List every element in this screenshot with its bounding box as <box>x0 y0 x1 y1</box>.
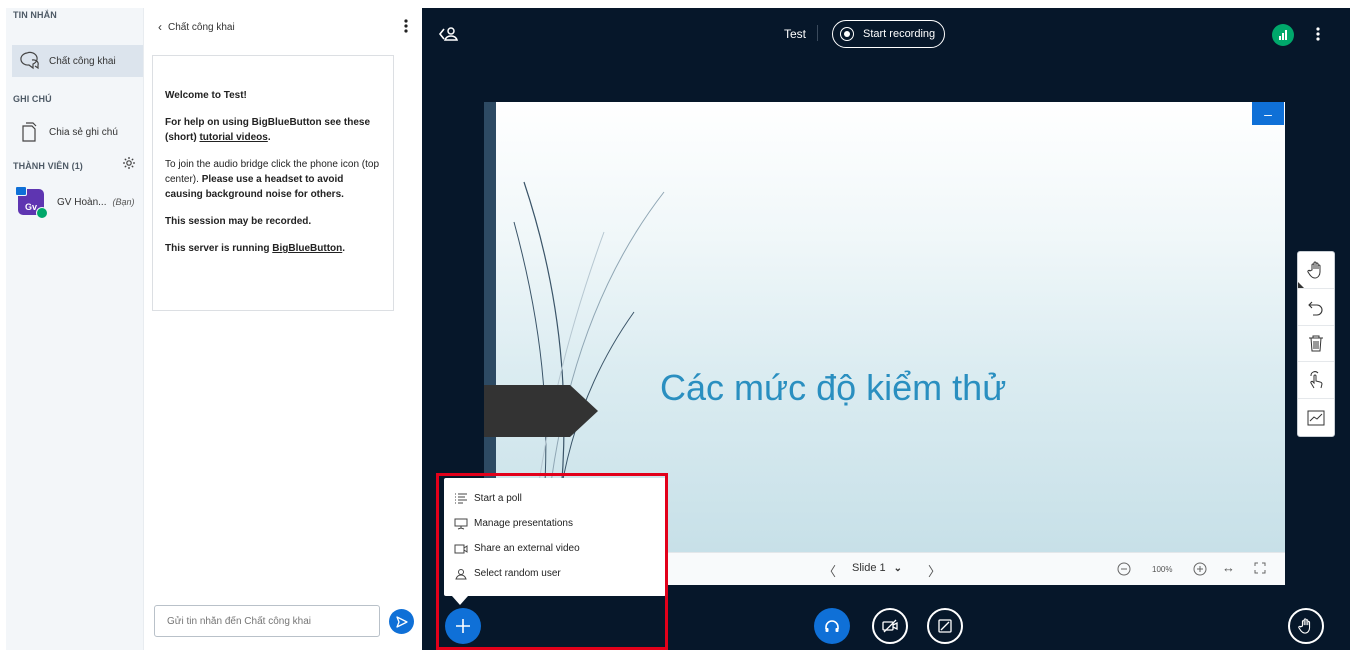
meeting-title: Test <box>784 27 807 41</box>
main-presentation-area: Test Start recording Các mức độ kiểm thử… <box>422 8 1350 650</box>
chat-options-icon[interactable] <box>402 18 410 34</box>
chevron-down-icon: ⌄ <box>893 562 903 574</box>
slide-arrow-shape <box>484 385 598 437</box>
annotation-button[interactable] <box>1298 399 1334 436</box>
share-screen-button[interactable] <box>927 608 963 644</box>
chart-line-icon <box>1307 410 1325 426</box>
menu-item-label: Manage presentations <box>474 518 573 529</box>
connection-status-button[interactable] <box>1272 24 1294 46</box>
chat-icon <box>18 50 40 72</box>
shared-notes-label: Chia sẻ ghi chú <box>49 126 118 138</box>
minimize-presentation-button[interactable]: – <box>1252 102 1284 125</box>
title-divider <box>817 25 818 41</box>
select-random-user-menu-item[interactable]: Select random user <box>444 561 666 586</box>
chevron-left-icon: ‹ <box>158 20 162 34</box>
chat-message-input[interactable] <box>154 605 380 637</box>
record-icon <box>840 27 854 41</box>
help-suffix: . <box>267 132 271 143</box>
share-external-video-menu-item[interactable]: Share an external video <box>444 536 666 561</box>
welcome-recorded: This session may be recorded. <box>165 216 312 227</box>
chat-title: Chất công khai <box>168 21 235 33</box>
manage-presentations-menu-item[interactable]: Manage presentations <box>444 511 666 536</box>
menu-pointer-arrow <box>452 596 468 605</box>
zoom-out-icon[interactable] <box>1117 562 1131 576</box>
plus-icon <box>456 619 470 633</box>
public-chat-label: Chất công khai <box>49 55 116 67</box>
slide-label: Slide 1 <box>852 562 886 574</box>
raise-hand-button[interactable] <box>1288 608 1324 644</box>
user-name: GV Hoàn... <box>57 196 107 208</box>
audio-button[interactable] <box>814 608 850 644</box>
fullscreen-icon[interactable] <box>1254 562 1266 574</box>
welcome-audio: To join the audio bridge click the phone… <box>165 157 381 202</box>
headphones-icon <box>825 620 839 632</box>
record-label: Start recording <box>863 28 936 40</box>
menu-item-label: Share an external video <box>474 543 580 554</box>
hand-icon <box>1298 618 1311 634</box>
slide-title: Các mức độ kiểm thử <box>660 367 1007 408</box>
actions-button[interactable] <box>445 608 481 644</box>
chat-header-back[interactable]: ‹ Chất công khai <box>158 20 235 34</box>
fit-width-icon[interactable]: ↔ <box>1222 560 1235 575</box>
whiteboard-toolbar <box>1297 251 1335 437</box>
user-list-sidebar: TIN NHẮN Chất công khai GHI CHÚ Chia sẻ … <box>6 8 143 650</box>
pointer-hand-icon <box>1310 371 1323 389</box>
presentation-icon <box>454 518 468 529</box>
signal-icon <box>1279 30 1287 40</box>
hand-icon <box>1307 261 1321 279</box>
undo-icon <box>1308 301 1323 316</box>
menu-item-label: Start a poll <box>474 493 522 504</box>
options-menu-icon[interactable] <box>1315 26 1321 42</box>
trash-icon <box>1309 335 1323 352</box>
send-message-button[interactable] <box>389 609 414 634</box>
tutorial-videos-link[interactable]: tutorial videos <box>199 132 267 143</box>
document-icon <box>18 121 40 143</box>
poll-icon <box>455 493 467 503</box>
zoom-in-icon[interactable] <box>1193 562 1207 576</box>
presenter-icon <box>15 186 27 196</box>
menu-item-label: Select random user <box>474 568 561 579</box>
toggle-userlist-icon[interactable] <box>438 26 458 42</box>
welcome-message: Welcome to Test! For help on using BigBl… <box>152 55 394 311</box>
clear-all-button[interactable] <box>1298 326 1334 363</box>
sidebar-item-shared-notes[interactable]: Chia sẻ ghi chú <box>12 116 143 148</box>
chat-panel: ‹ Chất công khai Welcome to Test! For he… <box>143 8 422 650</box>
zoom-level: 100% <box>1152 565 1173 574</box>
external-video-icon <box>454 544 468 553</box>
bigbluebutton-link[interactable]: BigBlueButton <box>272 243 342 254</box>
multi-user-button[interactable] <box>1298 362 1334 400</box>
video-off-icon <box>882 619 898 633</box>
server-suffix: . <box>342 243 346 254</box>
share-webcam-button[interactable] <box>872 608 908 644</box>
avatar: Gv <box>15 186 48 219</box>
send-icon <box>395 615 408 628</box>
microphone-icon <box>36 207 48 219</box>
sidebar-item-public-chat[interactable]: Chất công khai <box>12 45 143 77</box>
random-user-icon <box>455 568 467 579</box>
hand-tool-button[interactable] <box>1298 252 1334 289</box>
notes-section-title: GHI CHÚ <box>13 94 52 104</box>
start-recording-button[interactable]: Start recording <box>832 20 945 48</box>
welcome-server: This server is running BigBlueButton. <box>165 241 381 256</box>
chevron-right-icon[interactable]: 〉 <box>928 561 941 580</box>
you-label: (Bạn) <box>112 197 135 207</box>
chevron-left-icon[interactable]: 〈 <box>823 561 836 580</box>
welcome-help: For help on using BigBlueButton see thes… <box>165 115 381 145</box>
screen-share-off-icon <box>938 619 952 633</box>
welcome-greeting: Welcome to Test! <box>165 90 247 101</box>
actions-dropdown-menu: Start a poll Manage presentations Share … <box>444 478 666 596</box>
server-text: This server is running <box>165 243 270 254</box>
user-list-item[interactable]: Gv GV Hoàn... (Bạn) <box>12 184 143 220</box>
messages-section-title: TIN NHẮN <box>13 10 57 20</box>
tool-expand-indicator <box>1298 281 1304 288</box>
start-poll-menu-item[interactable]: Start a poll <box>444 486 666 511</box>
undo-button[interactable] <box>1298 289 1334 326</box>
avatar-initials: Gv <box>24 202 37 212</box>
users-section-title: THÀNH VIÊN (1) <box>13 161 83 171</box>
slide-selector[interactable]: Slide 1 ⌄ <box>852 562 902 574</box>
gear-icon[interactable] <box>122 156 136 170</box>
